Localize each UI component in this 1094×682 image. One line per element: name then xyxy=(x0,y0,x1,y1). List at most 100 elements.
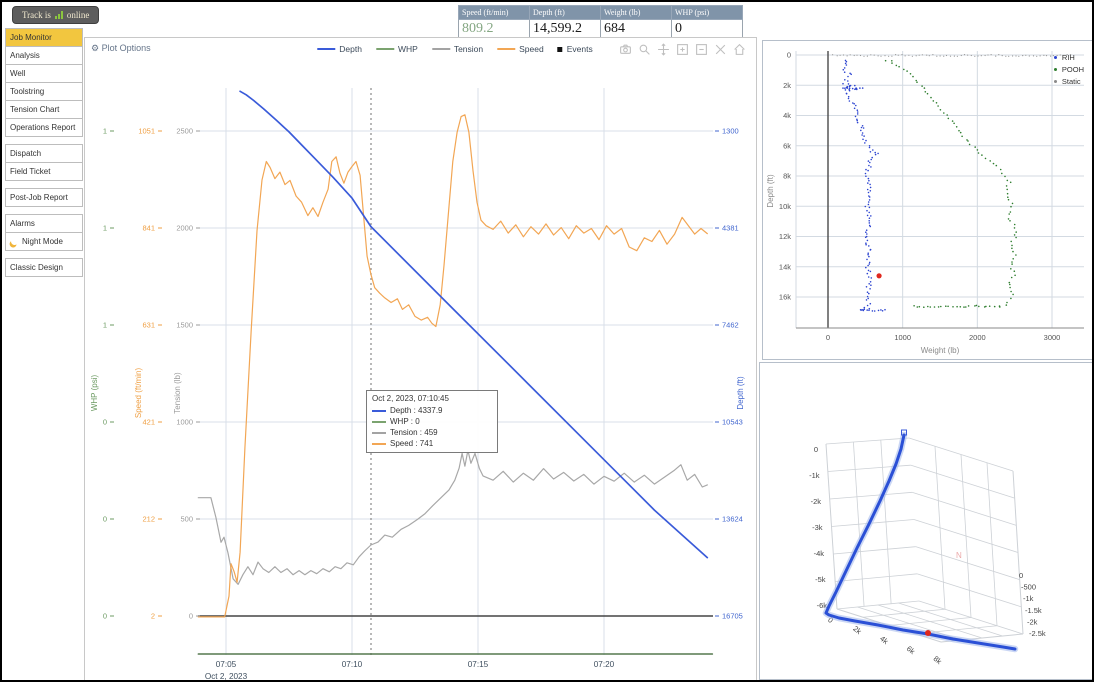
legend-item-tension[interactable]: Tension xyxy=(432,44,483,54)
svg-text:2000: 2000 xyxy=(969,333,986,342)
stat-speed-header: Speed (ft/min) xyxy=(458,5,530,20)
moon-icon xyxy=(10,237,19,246)
plot-modebar xyxy=(619,43,746,56)
svg-text:8k: 8k xyxy=(783,172,791,181)
depth-swatch xyxy=(317,48,335,50)
svg-text:3000: 3000 xyxy=(1044,333,1061,342)
weight-depth-plot[interactable]: 02k4k6k8k10k12k14k16k0100020003000Weight… xyxy=(763,41,1094,359)
tooltip-tension-swatch xyxy=(372,432,386,434)
events-swatch xyxy=(558,47,563,52)
sidebar-item-job-monitor[interactable]: Job Monitor xyxy=(5,28,83,47)
tension-series-line xyxy=(198,450,707,584)
live-readings-table: Speed (ft/min) 809.2 Depth (ft) 14,599.2… xyxy=(459,5,743,39)
zoom-out-icon[interactable] xyxy=(695,43,708,56)
svg-text:8k: 8k xyxy=(932,654,944,666)
svg-text:-2.5k: -2.5k xyxy=(1029,629,1046,638)
sidebar-item-field-ticket[interactable]: Field Ticket xyxy=(5,162,83,181)
svg-text:14k: 14k xyxy=(779,262,791,271)
plot-options-button[interactable]: ⚙ Plot Options xyxy=(91,43,151,54)
svg-text:4381: 4381 xyxy=(722,224,739,233)
legend-item-static[interactable]: Static xyxy=(1054,77,1084,86)
tooltip-speed-swatch xyxy=(372,443,386,445)
legend-item-rih[interactable]: RIH xyxy=(1054,53,1084,62)
stat-whp-header: WHP (psi) xyxy=(671,5,743,20)
svg-text:0: 0 xyxy=(787,51,791,60)
svg-text:1000: 1000 xyxy=(894,333,911,342)
svg-text:2k: 2k xyxy=(851,624,863,636)
svg-text:1051: 1051 xyxy=(138,127,155,136)
tooltip-row: Depth : 4337.9 xyxy=(372,405,492,416)
tooltip-row: WHP : 0 xyxy=(372,416,492,427)
svg-text:-1.5k: -1.5k xyxy=(1025,606,1042,615)
svg-text:631: 631 xyxy=(142,321,155,330)
speed-series-line xyxy=(198,115,707,617)
pooh-swatch xyxy=(1054,68,1057,71)
trajectory-3d-plot[interactable]: 0-1k-2k-3k-4k-5k-6k02k4k6k8k0-500-1k-1.5… xyxy=(760,363,1094,679)
sidebar-item-well[interactable]: Well xyxy=(5,64,83,83)
svg-text:1: 1 xyxy=(103,321,107,330)
tension-swatch xyxy=(432,48,450,50)
svg-text:12k: 12k xyxy=(779,232,791,241)
main-chart-panel: ⚙ Plot Options Depth WHP Tension Speed E… xyxy=(84,37,757,682)
sidebar-item-alarms[interactable]: Alarms xyxy=(5,214,83,233)
svg-text:0: 0 xyxy=(1019,571,1023,580)
svg-text:Weight (lb): Weight (lb) xyxy=(921,346,960,355)
svg-text:0: 0 xyxy=(814,445,818,454)
stat-speed: Speed (ft/min) 809.2 xyxy=(459,5,530,39)
sidebar-item-classic-design[interactable]: Classic Design xyxy=(5,258,83,277)
chart-tooltip: Oct 2, 2023, 07:10:45 Depth : 4337.9 WHP… xyxy=(366,390,498,453)
static-swatch xyxy=(1054,80,1057,83)
svg-text:16705: 16705 xyxy=(722,612,743,621)
svg-text:N: N xyxy=(956,551,962,560)
svg-text:10543: 10543 xyxy=(722,418,743,427)
sidebar-item-operations-report[interactable]: Operations Report xyxy=(5,118,83,137)
svg-text:212: 212 xyxy=(142,515,155,524)
svg-text:-4k: -4k xyxy=(814,549,825,558)
svg-text:Oct 2, 2023: Oct 2, 2023 xyxy=(205,672,248,681)
gear-icon: ⚙ xyxy=(91,43,99,53)
tooltip-row: Speed : 741 xyxy=(372,438,492,449)
app-window: Track is online Speed (ft/min) 809.2 Dep… xyxy=(0,0,1094,682)
svg-text:2k: 2k xyxy=(783,81,791,90)
svg-text:6k: 6k xyxy=(783,141,791,150)
svg-text:7462: 7462 xyxy=(722,321,739,330)
sidebar-item-night-mode[interactable]: Night Mode xyxy=(5,232,83,251)
autoscale-icon[interactable] xyxy=(714,43,727,56)
sidebar-item-toolstring[interactable]: Toolstring xyxy=(5,82,83,101)
sidebar-item-analysis[interactable]: Analysis xyxy=(5,46,83,65)
legend-item-whp[interactable]: WHP xyxy=(376,44,418,54)
legend-item-depth[interactable]: Depth xyxy=(317,44,362,54)
weight-depth-panel: 02k4k6k8k10k12k14k16k0100020003000Weight… xyxy=(762,40,1094,360)
track-status-suffix: online xyxy=(67,10,90,20)
sidebar-item-post-job-report[interactable]: Post-Job Report xyxy=(5,188,83,207)
legend-item-events[interactable]: Events xyxy=(558,44,593,54)
trajectory-line xyxy=(826,435,1015,649)
svg-text:16k: 16k xyxy=(779,293,791,302)
svg-text:2000: 2000 xyxy=(176,224,193,233)
main-time-chart[interactable]: 1105125001300184120004381163115007462042… xyxy=(85,38,756,681)
svg-text:10k: 10k xyxy=(779,202,791,211)
track-status-button[interactable]: Track is online xyxy=(12,6,99,24)
svg-text:2: 2 xyxy=(151,612,155,621)
zoom-icon[interactable] xyxy=(638,43,651,56)
trajectory-3d-panel: 0-1k-2k-3k-4k-5k-6k02k4k6k8k0-500-1k-1.5… xyxy=(759,362,1094,680)
svg-text:4k: 4k xyxy=(783,111,791,120)
sidebar: Job Monitor Analysis Well Toolstring Ten… xyxy=(5,29,83,285)
pan-icon[interactable] xyxy=(657,43,670,56)
svg-text:-2k: -2k xyxy=(1027,617,1038,626)
svg-text:-1k: -1k xyxy=(1023,594,1034,603)
sidebar-item-tension-chart[interactable]: Tension Chart xyxy=(5,100,83,119)
svg-text:-5k: -5k xyxy=(815,575,826,584)
reset-axes-icon[interactable] xyxy=(733,43,746,56)
camera-icon[interactable] xyxy=(619,43,632,56)
current-position-marker xyxy=(876,273,881,278)
legend-item-speed[interactable]: Speed xyxy=(497,44,544,54)
track-status-prefix: Track is xyxy=(22,10,51,20)
legend-item-pooh[interactable]: POOH xyxy=(1054,65,1084,74)
zoom-in-icon[interactable] xyxy=(676,43,689,56)
current-position-3d-marker xyxy=(925,630,931,636)
svg-text:2500: 2500 xyxy=(176,127,193,136)
sidebar-item-dispatch[interactable]: Dispatch xyxy=(5,144,83,163)
svg-text:0: 0 xyxy=(189,612,193,621)
svg-text:WHP (psi): WHP (psi) xyxy=(90,375,99,412)
